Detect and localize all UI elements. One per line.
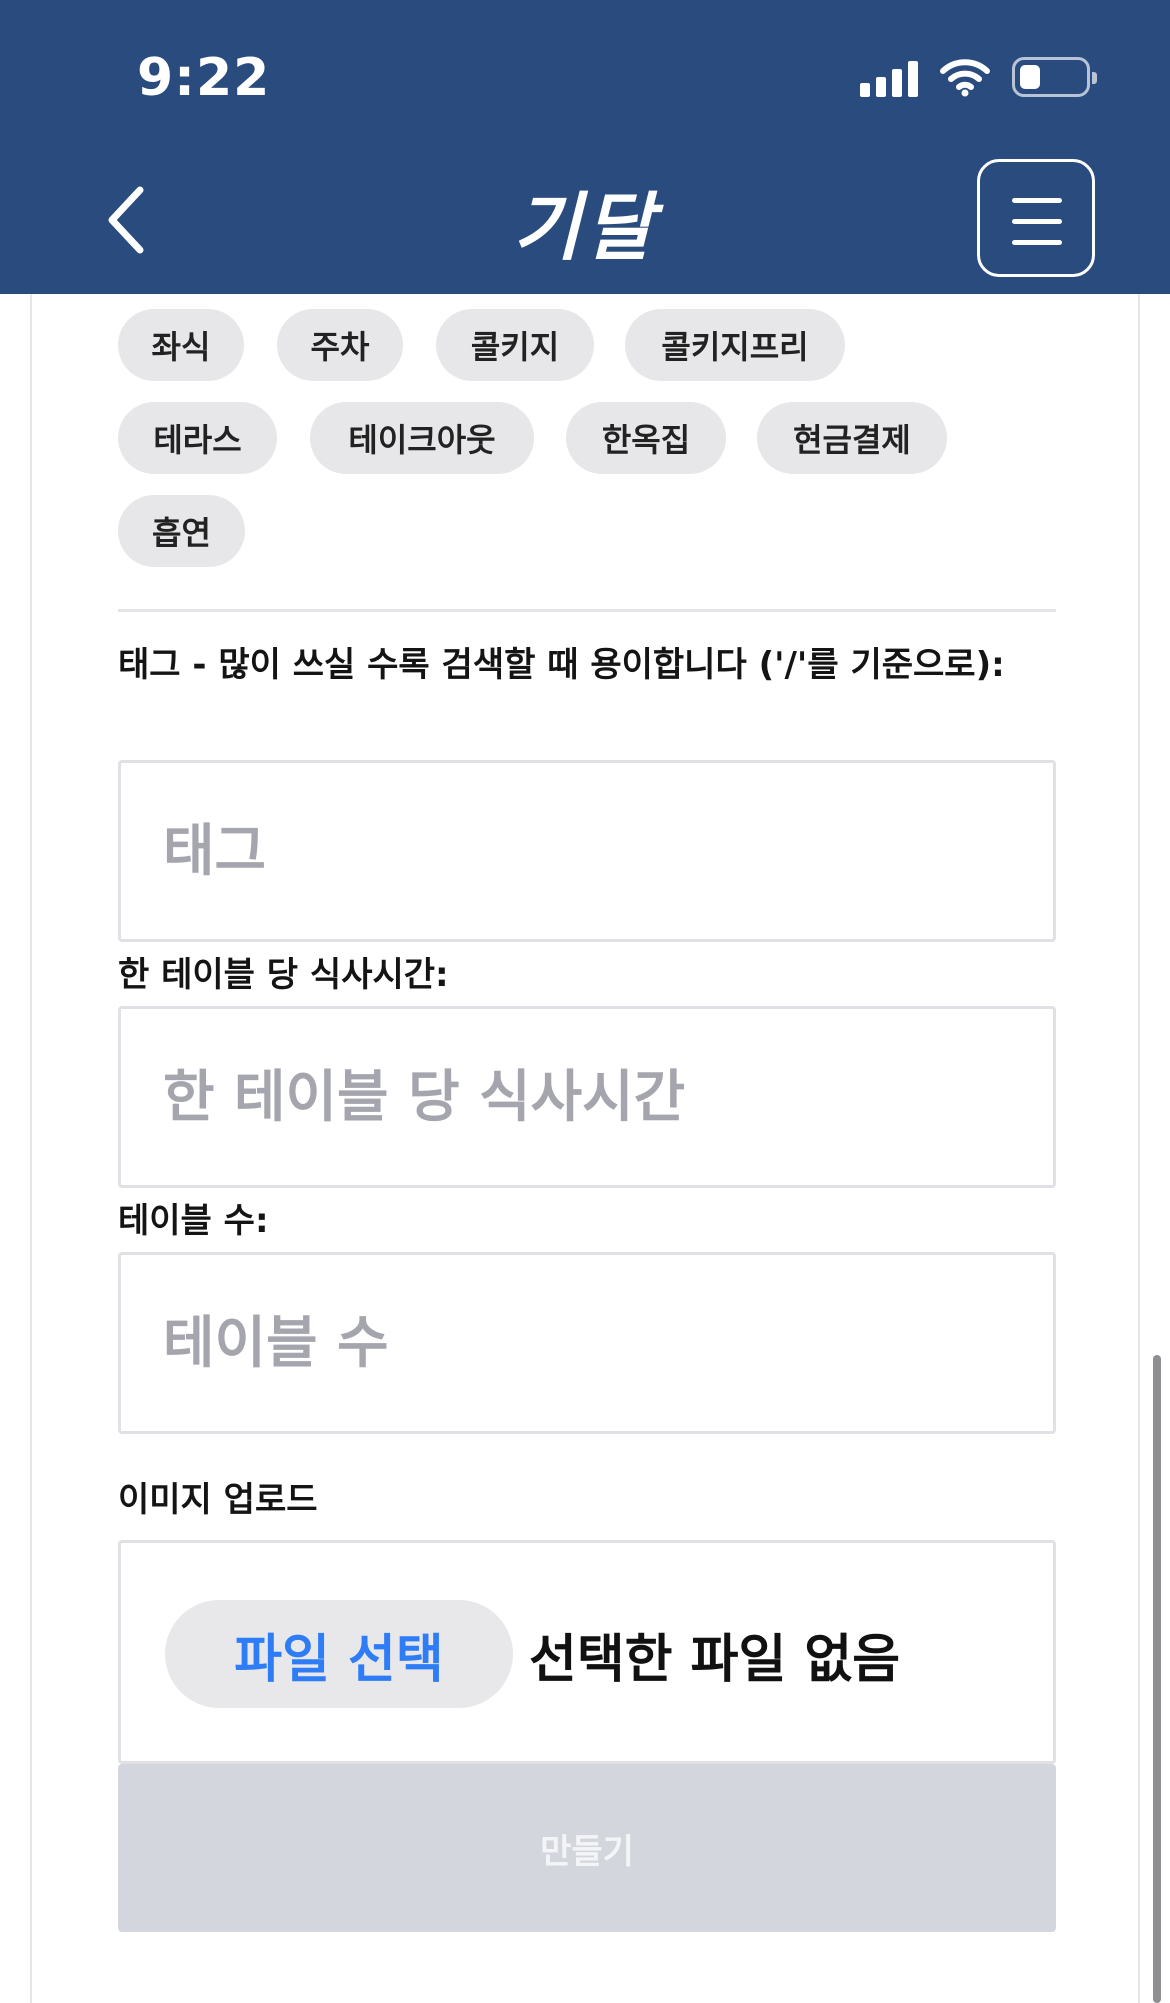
image-upload-label: 이미지 업로드 — [118, 1480, 318, 1520]
amenity-chip[interactable]: 한옥집 — [566, 402, 726, 474]
tags-input[interactable] — [121, 763, 1053, 939]
amenity-chip[interactable]: 테라스 — [118, 402, 277, 474]
amenity-chip[interactable]: 콜키지프리 — [625, 309, 845, 381]
amenity-chip[interactable]: 테이크아웃 — [310, 402, 534, 474]
amenity-chip[interactable]: 현금결제 — [757, 402, 947, 474]
cellular-signal-icon — [860, 57, 918, 97]
create-button[interactable]: 만들기 — [118, 1764, 1056, 1932]
status-time: 9:22 — [137, 48, 271, 108]
image-upload-field: 파일 선택 선택한 파일 없음 — [118, 1540, 1056, 1764]
table-count-label: 테이블 수: — [118, 1201, 269, 1241]
section-divider — [118, 609, 1056, 612]
tags-label: 태그 - 많이 쓰실 수록 검색할 때 용이합니다 ('/'를 기준으로): — [118, 645, 1005, 685]
meal-time-input[interactable] — [121, 1009, 1053, 1185]
amenity-chip[interactable]: 좌식 — [118, 309, 244, 381]
status-bar: 9:22 — [0, 0, 1170, 140]
form-card: 좌식 주차 콜키지 콜키지프리 테라스 테이크아웃 한옥집 현금결제 흡연 태그… — [30, 294, 1140, 2003]
status-icons — [860, 55, 1097, 99]
meal-time-input-wrapper — [118, 1006, 1056, 1188]
amenity-chip[interactable]: 주차 — [277, 309, 403, 381]
tags-input-wrapper — [118, 760, 1056, 942]
amenity-chip[interactable]: 흡연 — [118, 495, 245, 567]
battery-icon — [1012, 57, 1097, 97]
scrollbar[interactable] — [1153, 1355, 1161, 2003]
file-status-text: 선택한 파일 없음 — [529, 1629, 901, 1690]
table-count-input-wrapper — [118, 1252, 1056, 1434]
navigation-bar: 기달 — [0, 140, 1170, 294]
hamburger-menu-button[interactable] — [977, 159, 1095, 277]
amenity-chip[interactable]: 콜키지 — [436, 309, 594, 381]
choose-file-button[interactable]: 파일 선택 — [165, 1600, 513, 1708]
wifi-icon — [940, 59, 990, 97]
meal-time-label: 한 테이블 당 식사시간: — [118, 955, 449, 995]
table-count-input[interactable] — [121, 1255, 1053, 1431]
